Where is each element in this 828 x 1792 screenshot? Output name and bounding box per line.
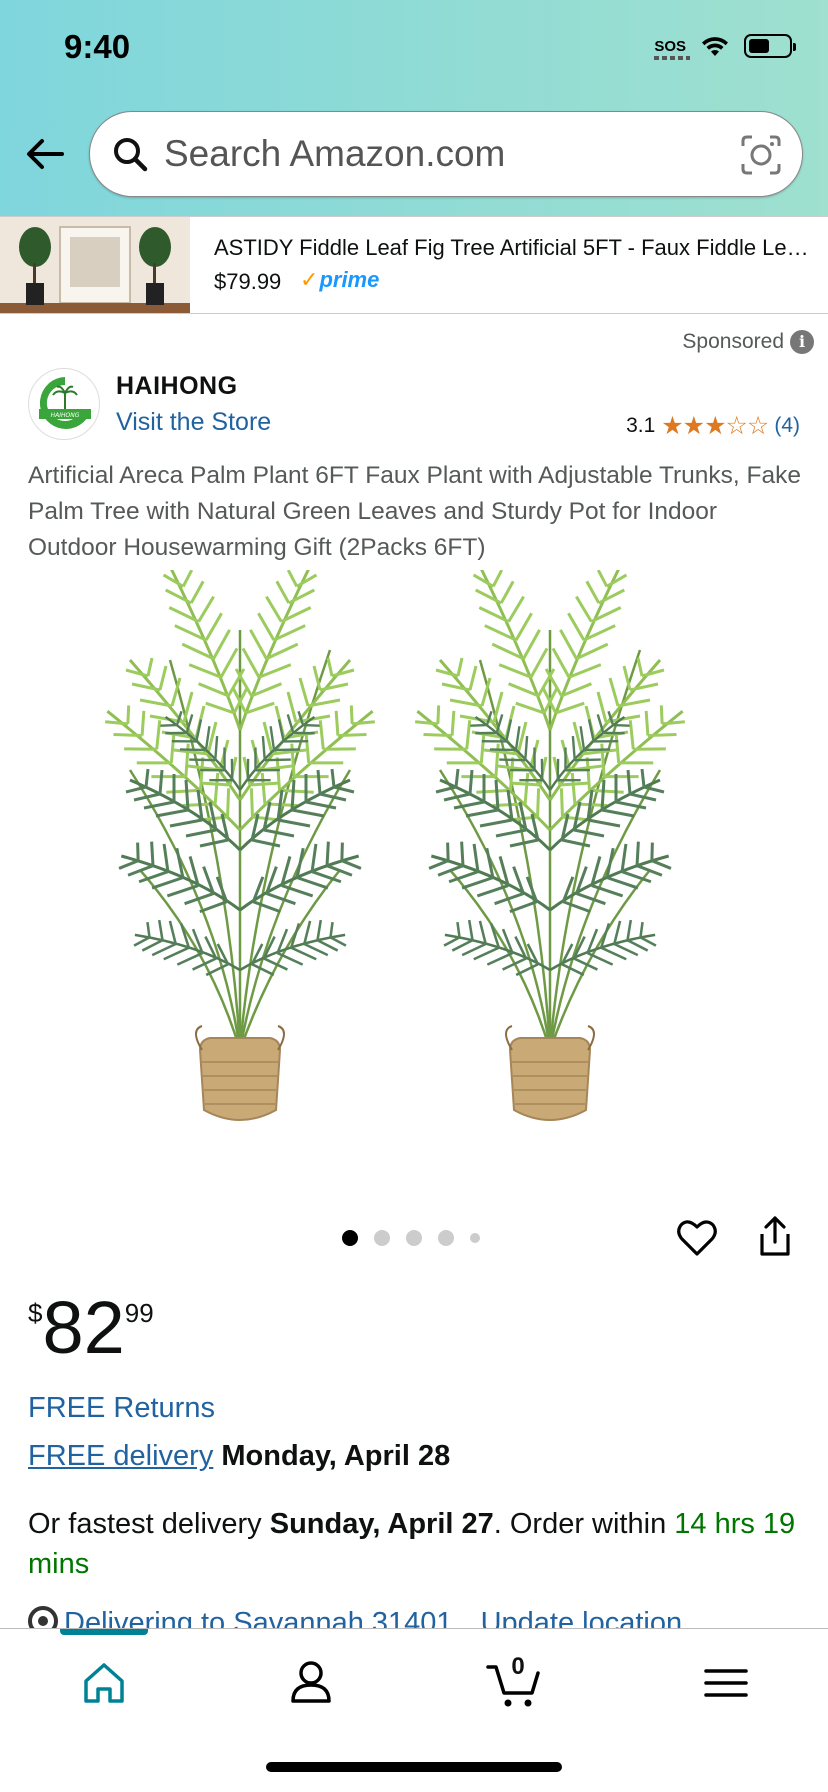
prime-label: prime <box>319 267 380 292</box>
sponsored-label[interactable]: Sponsored i <box>682 330 814 354</box>
fastest-date: Sunday, April 27 <box>269 1508 494 1540</box>
location-pin-icon <box>28 1606 58 1628</box>
back-arrow-icon[interactable] <box>22 130 70 178</box>
menu-icon[interactable] <box>696 1653 756 1713</box>
home-icon[interactable] <box>74 1653 134 1713</box>
brand-logo-text: HAIHONG <box>51 412 80 419</box>
price-whole: 82 <box>42 1286 125 1369</box>
cart-count: 0 <box>511 1653 525 1680</box>
carousel-dot[interactable] <box>470 1233 480 1243</box>
sos-label: SOS <box>654 37 686 55</box>
banner-product-image[interactable] <box>0 217 190 313</box>
rating-summary[interactable]: 3.1 ★★★☆☆ (4) <box>626 411 800 441</box>
prime-badge: ✓prime <box>300 267 379 293</box>
cart-button[interactable]: 0 <box>484 1653 544 1713</box>
fastest-prefix: Or fastest delivery <box>28 1508 262 1540</box>
product-price: $ 82 99 <box>28 1288 154 1368</box>
brand-logo[interactable]: HAIHONG <box>28 368 100 440</box>
wifi-icon <box>702 37 728 56</box>
visit-store-link[interactable]: Visit the Store <box>116 408 271 437</box>
search-bar[interactable] <box>89 111 803 197</box>
carousel-dot[interactable] <box>406 1230 422 1246</box>
carousel-dot[interactable] <box>438 1230 454 1246</box>
deliver-to-text[interactable]: Delivering to Savannah 31401 <box>64 1607 453 1628</box>
delivery-info: FREE delivery Monday, April 28 <box>28 1440 450 1473</box>
heart-icon[interactable] <box>676 1217 718 1259</box>
camera-search-icon[interactable] <box>740 134 782 176</box>
delivery-date: Monday, April 28 <box>221 1440 451 1472</box>
share-icon[interactable] <box>756 1214 794 1258</box>
brand-name: HAIHONG <box>116 372 238 400</box>
account-icon[interactable] <box>281 1653 341 1713</box>
order-within-text: . Order within <box>493 1508 667 1540</box>
status-time: 9:40 <box>64 28 131 65</box>
home-indicator <box>266 1762 562 1772</box>
battery-icon <box>744 34 796 58</box>
info-icon[interactable]: i <box>790 330 814 354</box>
sponsored-text: Sponsored <box>682 330 784 353</box>
product-title: Artificial Areca Palm Plant 6FT Faux Pla… <box>28 462 801 561</box>
status-icons: SOS <box>654 34 796 60</box>
rating-stars-icon: ★★★☆☆ <box>661 412 769 440</box>
product-image[interactable] <box>100 570 728 1160</box>
carousel-dot[interactable] <box>374 1230 390 1246</box>
banner-price: $79.99 <box>214 269 282 294</box>
sos-indicator: SOS <box>654 37 691 60</box>
update-location-link[interactable]: Update location <box>481 1607 683 1628</box>
sponsored-banner[interactable]: ASTIDY Fiddle Leaf Fig Tree Artificial 5… <box>0 216 828 314</box>
search-icon[interactable] <box>110 134 150 174</box>
rating-count[interactable]: (4) <box>774 414 800 438</box>
carousel-dot[interactable] <box>342 1230 358 1246</box>
carousel-dots[interactable] <box>342 1230 480 1246</box>
header: 9:40 SOS <box>0 0 828 216</box>
signal-dots-icon <box>654 55 691 60</box>
nav-active-indicator <box>60 1629 148 1635</box>
delivery-location[interactable]: Delivering to Savannah 31401 Update locat… <box>28 1606 808 1628</box>
price-symbol: $ <box>28 1298 43 1328</box>
free-returns-link[interactable]: FREE Returns <box>28 1392 215 1425</box>
prime-check-icon: ✓ <box>300 267 319 292</box>
rating-value: 3.1 <box>626 414 656 437</box>
fastest-delivery-info: Or fastest delivery Sunday, April 27. Or… <box>28 1504 808 1584</box>
banner-title[interactable]: ASTIDY Fiddle Leaf Fig Tree Artificial 5… <box>214 235 818 261</box>
search-input[interactable] <box>164 126 704 182</box>
price-fraction: 99 <box>124 1298 154 1328</box>
free-delivery-link[interactable]: FREE delivery <box>28 1440 213 1472</box>
